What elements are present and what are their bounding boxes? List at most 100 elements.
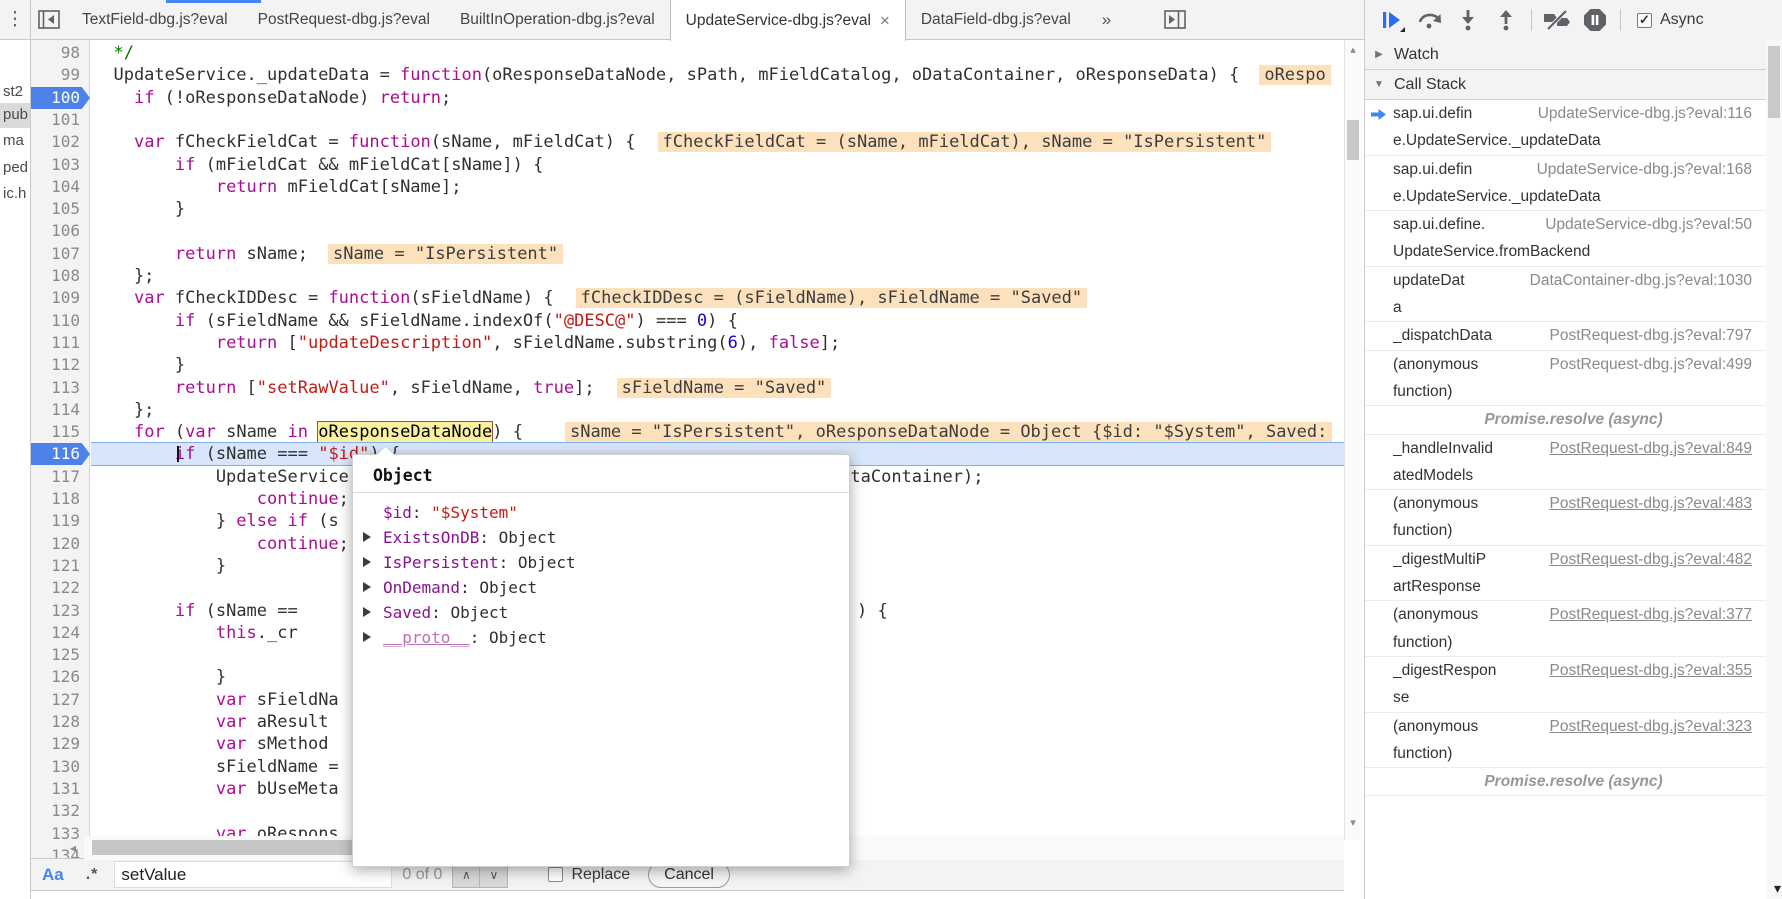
line-number[interactable]: 122 xyxy=(31,577,90,599)
line-number[interactable]: 99 xyxy=(31,64,90,86)
navigator-file-item[interactable]: pub xyxy=(0,103,30,128)
line-number[interactable]: 105 xyxy=(31,198,90,220)
line-number[interactable]: 106 xyxy=(31,220,90,242)
regex-toggle[interactable]: .* xyxy=(86,866,99,884)
frame-source-location[interactable]: PostRequest-dbg.js?eval:377 xyxy=(1550,601,1753,628)
step-into-button[interactable] xyxy=(1451,5,1485,35)
frame-source-location[interactable]: UpdateService-dbg.js?eval:116 xyxy=(1538,100,1752,127)
navigator-file-item[interactable]: ped xyxy=(0,156,30,181)
deactivate-breakpoints-button[interactable] xyxy=(1540,5,1574,35)
line-number[interactable]: 110 xyxy=(31,310,90,332)
expand-triangle-icon[interactable] xyxy=(363,532,371,542)
callstack-frame[interactable]: (anonymousfunction)PostRequest-dbg.js?ev… xyxy=(1365,601,1782,657)
line-number[interactable]: 133 xyxy=(31,823,90,845)
callstack-frame[interactable]: updateDataDataContainer-dbg.js?eval:1030 xyxy=(1365,267,1782,323)
tab-UpdateService-dbg.js?eval[interactable]: UpdateService-dbg.js?eval× xyxy=(670,0,906,41)
line-number[interactable]: 118 xyxy=(31,488,90,510)
line-number[interactable]: 121 xyxy=(31,555,90,577)
line-number[interactable]: 113 xyxy=(31,377,90,399)
replace-toggle[interactable]: Replace xyxy=(548,866,630,884)
frame-source-location[interactable]: PostRequest-dbg.js?eval:849 xyxy=(1550,435,1753,462)
callstack-section-header[interactable]: ▼ Call Stack xyxy=(1365,70,1782,100)
line-number[interactable]: 114 xyxy=(31,399,90,421)
line-number[interactable]: 104 xyxy=(31,176,90,198)
overflow-menu-icon[interactable]: ⋮ xyxy=(0,0,31,39)
async-toggle[interactable]: ✓ Async xyxy=(1637,11,1704,29)
tab-TextField-dbg.js?eval[interactable]: TextField-dbg.js?eval xyxy=(67,0,243,39)
scroll-up-icon[interactable]: ▴ xyxy=(1345,43,1361,56)
callstack-frame[interactable]: _handleInvalidatedModelsPostRequest-dbg.… xyxy=(1365,435,1782,491)
match-case-toggle[interactable]: Aa xyxy=(42,865,64,885)
object-property-row[interactable]: ExistsOnDB: Object xyxy=(361,525,841,550)
expand-triangle-icon[interactable] xyxy=(363,607,371,617)
frame-source-location[interactable]: PostRequest-dbg.js?eval:482 xyxy=(1550,546,1753,573)
line-number[interactable]: 112 xyxy=(31,354,90,376)
watch-section-header[interactable]: ▶ Watch xyxy=(1365,40,1782,70)
callstack-frame[interactable]: sap.ui.define.UpdateService._updateDataU… xyxy=(1365,156,1782,212)
sidebar-scroll-thumb[interactable] xyxy=(1768,46,1780,118)
close-tab-icon[interactable]: × xyxy=(880,12,890,29)
line-number[interactable]: 119 xyxy=(31,510,90,532)
tab-PostRequest-dbg.js?eval[interactable]: PostRequest-dbg.js?eval xyxy=(243,0,445,39)
callstack-frame[interactable]: _digestMultiPartResponsePostRequest-dbg.… xyxy=(1365,546,1782,602)
object-property-row[interactable]: Saved: Object xyxy=(361,600,841,625)
callstack-frame[interactable]: sap.ui.define.UpdateService.fromBackendU… xyxy=(1365,211,1782,267)
line-number[interactable]: 127 xyxy=(31,689,90,711)
sidebar-scroll-down-icon[interactable]: ▾ xyxy=(1774,880,1781,897)
toggle-navigator-icon[interactable] xyxy=(31,0,67,39)
callstack-frame[interactable]: sap.ui.define.UpdateService._updateDataU… xyxy=(1365,100,1782,156)
expand-triangle-icon[interactable] xyxy=(363,582,371,592)
frame-source-location[interactable]: PostRequest-dbg.js?eval:483 xyxy=(1550,490,1753,517)
scroll-left-icon[interactable]: ◂ xyxy=(70,841,76,855)
navigator-file-item[interactable]: ic.h xyxy=(0,182,30,207)
line-number[interactable]: 126 xyxy=(31,666,90,688)
line-number[interactable]: 123 xyxy=(31,600,90,622)
frame-source-location[interactable]: UpdateService-dbg.js?eval:168 xyxy=(1537,156,1752,183)
line-number[interactable]: 108 xyxy=(31,265,90,287)
callstack-frame[interactable]: (anonymousfunction)PostRequest-dbg.js?ev… xyxy=(1365,713,1782,769)
editor-vertical-scrollbar[interactable]: ▴ ▾ xyxy=(1344,40,1361,840)
frame-source-location[interactable]: DataContainer-dbg.js?eval:1030 xyxy=(1530,267,1752,294)
search-input[interactable] xyxy=(114,861,392,888)
async-checkbox[interactable]: ✓ xyxy=(1637,13,1652,28)
step-out-button[interactable] xyxy=(1489,5,1523,35)
callstack-frame[interactable]: _dispatchDataPostRequest-dbg.js?eval:797 xyxy=(1365,322,1782,350)
line-number[interactable]: 125 xyxy=(31,644,90,666)
line-number[interactable]: 102 xyxy=(31,131,90,153)
line-number[interactable]: 98 xyxy=(31,42,90,64)
tab-BuiltInOperation-dbg.js?eval[interactable]: BuiltInOperation-dbg.js?eval xyxy=(445,0,670,39)
line-number[interactable]: 103 xyxy=(31,154,90,176)
breakpoint-badge[interactable]: 100 xyxy=(31,87,90,109)
line-number[interactable]: 124 xyxy=(31,622,90,644)
navigator-file-item[interactable]: st2 xyxy=(0,80,30,105)
toggle-drawer-icon[interactable] xyxy=(1157,0,1193,39)
line-number[interactable]: 115 xyxy=(31,421,90,443)
frame-source-location[interactable]: UpdateService-dbg.js?eval:50 xyxy=(1545,211,1752,238)
navigator-file-item[interactable]: ma xyxy=(0,129,30,154)
tab-overflow-chevron[interactable]: » xyxy=(1086,0,1127,39)
line-number[interactable]: 130 xyxy=(31,756,90,778)
callstack-frame[interactable]: (anonymousfunction)PostRequest-dbg.js?ev… xyxy=(1365,490,1782,546)
execution-line-badge[interactable]: 116 xyxy=(31,443,90,465)
object-property-row[interactable]: __proto__: Object xyxy=(361,625,841,650)
line-number[interactable]: 129 xyxy=(31,733,90,755)
line-number[interactable]: 132 xyxy=(31,800,90,822)
pause-on-exceptions-button[interactable] xyxy=(1578,5,1612,35)
line-number[interactable]: 117 xyxy=(31,466,90,488)
sidebar-scrollbar[interactable] xyxy=(1766,40,1782,899)
object-property-row[interactable]: IsPersistent: Object xyxy=(361,550,841,575)
line-number[interactable]: 128 xyxy=(31,711,90,733)
frame-source-location[interactable]: PostRequest-dbg.js?eval:797 xyxy=(1550,322,1753,349)
hovered-variable-token[interactable]: oResponseDataNode xyxy=(318,422,492,442)
line-number[interactable]: 120 xyxy=(31,533,90,555)
scroll-down-icon[interactable]: ▾ xyxy=(1345,816,1361,829)
replace-checkbox[interactable] xyxy=(548,867,563,882)
expand-triangle-icon[interactable] xyxy=(363,557,371,567)
callstack-frame[interactable]: (anonymousfunction)PostRequest-dbg.js?ev… xyxy=(1365,351,1782,407)
editor-vscroll-thumb[interactable] xyxy=(1347,120,1359,160)
expand-triangle-icon[interactable] xyxy=(363,632,371,642)
frame-source-location[interactable]: PostRequest-dbg.js?eval:323 xyxy=(1550,713,1753,740)
frame-source-location[interactable]: PostRequest-dbg.js?eval:499 xyxy=(1550,351,1753,378)
callstack-frame[interactable]: _digestResponsePostRequest-dbg.js?eval:3… xyxy=(1365,657,1782,713)
line-number[interactable]: 107 xyxy=(31,243,90,265)
